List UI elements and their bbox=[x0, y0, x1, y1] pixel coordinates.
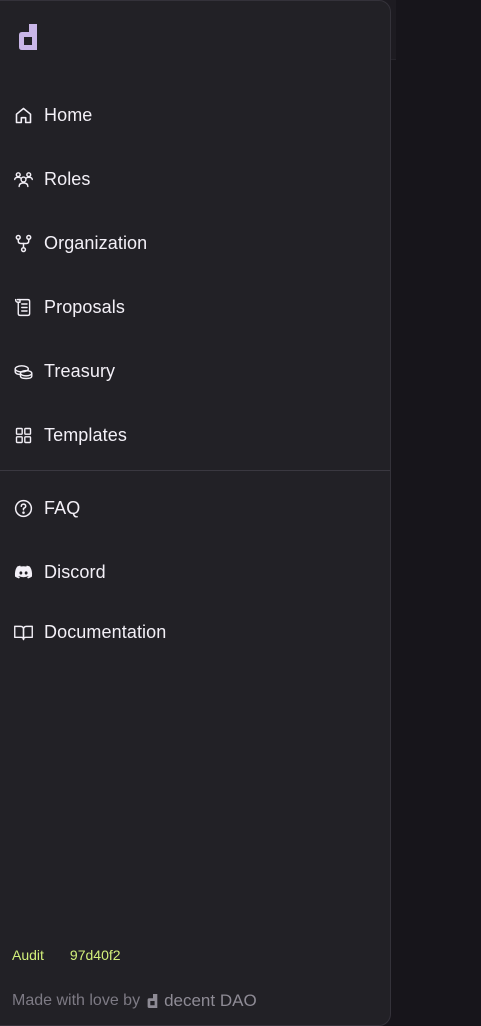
nav-item-templates[interactable]: Templates bbox=[12, 415, 382, 455]
nav-item-label: Documentation bbox=[44, 621, 167, 642]
nav-item-label: Discord bbox=[44, 561, 106, 582]
decent-logo-icon bbox=[147, 994, 158, 1008]
commit-hash[interactable]: 97d40f2 bbox=[70, 947, 121, 963]
audit-link[interactable]: Audit bbox=[12, 947, 44, 963]
nav-item-home[interactable]: Home bbox=[12, 95, 382, 135]
nav-item-discord[interactable]: Discord bbox=[12, 552, 382, 592]
footer-credit: Made with love by decent DAO bbox=[12, 991, 257, 1011]
nav-item-label: Roles bbox=[44, 168, 91, 189]
book-icon bbox=[12, 621, 34, 643]
nav-item-faq[interactable]: FAQ bbox=[12, 488, 382, 528]
nav-item-treasury[interactable]: Treasury bbox=[12, 351, 382, 391]
nav-item-roles[interactable]: Roles bbox=[12, 159, 382, 199]
nav-item-label: Templates bbox=[44, 424, 127, 445]
brand-name: decent DAO bbox=[164, 991, 257, 1010]
git-fork-icon bbox=[12, 232, 34, 254]
question-icon bbox=[12, 497, 34, 519]
coins-icon bbox=[12, 360, 34, 382]
nav-item-label: FAQ bbox=[44, 497, 81, 518]
users-icon bbox=[12, 168, 34, 190]
decent-dao-link[interactable]: decent DAO bbox=[146, 991, 257, 1011]
nav-item-label: Home bbox=[44, 104, 93, 125]
decent-logo-icon[interactable] bbox=[16, 23, 42, 51]
navigation-drawer: Home Roles Organization Proposals Treasu… bbox=[0, 0, 391, 1026]
scroll-icon bbox=[12, 296, 34, 318]
grid-icon bbox=[12, 424, 34, 446]
nav-item-organization[interactable]: Organization bbox=[12, 223, 382, 263]
audit-info: Audit 97d40f2 bbox=[12, 947, 121, 963]
nav-divider bbox=[0, 470, 390, 471]
nav-item-documentation[interactable]: Documentation bbox=[12, 612, 382, 652]
home-icon bbox=[12, 104, 34, 126]
discord-icon bbox=[12, 561, 34, 583]
nav-item-label: Treasury bbox=[44, 360, 116, 381]
nav-item-proposals[interactable]: Proposals bbox=[12, 287, 382, 327]
made-with-text: Made with love by bbox=[12, 992, 141, 1009]
nav-item-label: Organization bbox=[44, 232, 148, 253]
nav-item-label: Proposals bbox=[44, 296, 125, 317]
